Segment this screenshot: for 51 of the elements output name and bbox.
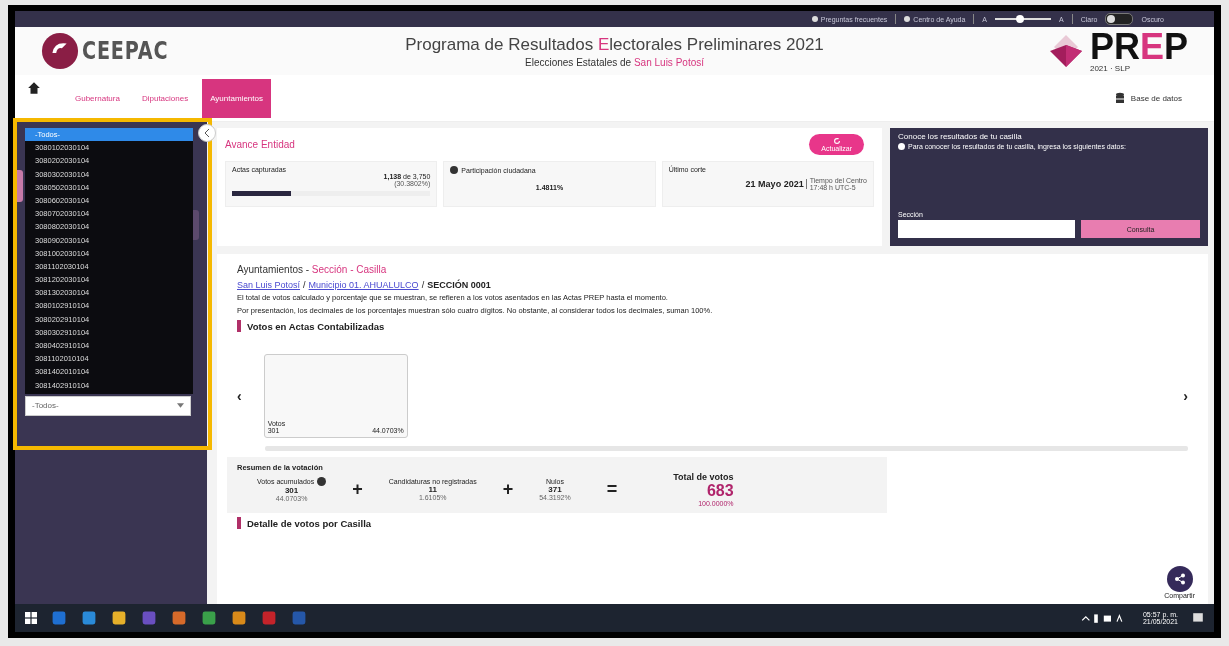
previous-button[interactable]: ‹ (237, 388, 242, 404)
database-link[interactable]: Base de datos (1130, 93, 1182, 103)
breadcrumb-link[interactable]: San Luis Potosí (237, 280, 301, 290)
breadcrumb-separator: / (303, 280, 306, 290)
page-title: Programa de Resultados Electorales Preliminares 2021 (404, 34, 825, 55)
breadcrumb-separator: / (421, 280, 425, 290)
section-title: Votos en Actas Contabilizadas (247, 320, 385, 332)
plus-sign: + (352, 479, 363, 500)
taskbar-app-icon[interactable] (201, 610, 217, 626)
equals-sign: = (606, 479, 618, 500)
summary-value: 301 (283, 486, 300, 495)
info-icon (317, 477, 327, 486)
breadcrumb-current: SECCIÓN 0001 (427, 280, 491, 290)
page-subtitle: Elecciones Estatales de San Luis Potosí (524, 56, 705, 68)
total-value: 683 (705, 482, 734, 500)
logo-icon (41, 32, 79, 70)
caret-icon (177, 403, 184, 409)
prep-logo-text: PREP (1089, 29, 1188, 64)
nav-tab[interactable]: Diputaciones (133, 78, 197, 118)
nav-tab[interactable]: Ayuntamientos (202, 78, 271, 118)
nav-tab[interactable]: Gubernatura (67, 78, 128, 118)
notification-icon[interactable] (1192, 612, 1204, 624)
taskbar-app-icon[interactable] (231, 610, 247, 626)
logo-text: CEEPAC (82, 37, 169, 65)
taskbar-app-icon[interactable] (81, 610, 97, 626)
summary-value: 371 (547, 485, 563, 494)
refresh-icon (832, 137, 841, 145)
section-title: Avance Entidad (225, 139, 295, 150)
next-button[interactable]: › (1183, 388, 1188, 404)
summary-value: 11 (427, 485, 438, 494)
database-icon[interactable] (1114, 92, 1125, 104)
section-title: Detalle de votos por Casilla (247, 517, 372, 529)
total-label: Total de votos (673, 472, 734, 482)
share-icon (1173, 573, 1186, 585)
panel-title: Conoce los resultados de tu casilla (898, 132, 1023, 141)
plus-sign: + (502, 479, 514, 500)
results-heading: Ayuntamientos - Sección - Casilla (237, 264, 388, 275)
share-button[interactable] (1166, 566, 1193, 592)
taskbar-app-icon[interactable] (171, 610, 187, 626)
chevron-icon (204, 129, 210, 137)
info-icon (898, 143, 905, 150)
breadcrumb-link[interactable]: Municipio 01. AHUALULCO (308, 280, 419, 290)
prep-tagline: 2021 · SLP (1089, 63, 1131, 73)
theme-toggle[interactable] (1105, 13, 1134, 25)
home-icon[interactable] (27, 81, 41, 95)
help-icon (450, 166, 459, 174)
section-input[interactable] (898, 220, 1075, 238)
windows-icon[interactable] (25, 612, 37, 624)
taskbar-app-icon[interactable] (111, 610, 127, 626)
cut-date: 21 Mayo 2021 (745, 179, 807, 189)
casilla-select[interactable]: -Todos- (25, 395, 191, 416)
